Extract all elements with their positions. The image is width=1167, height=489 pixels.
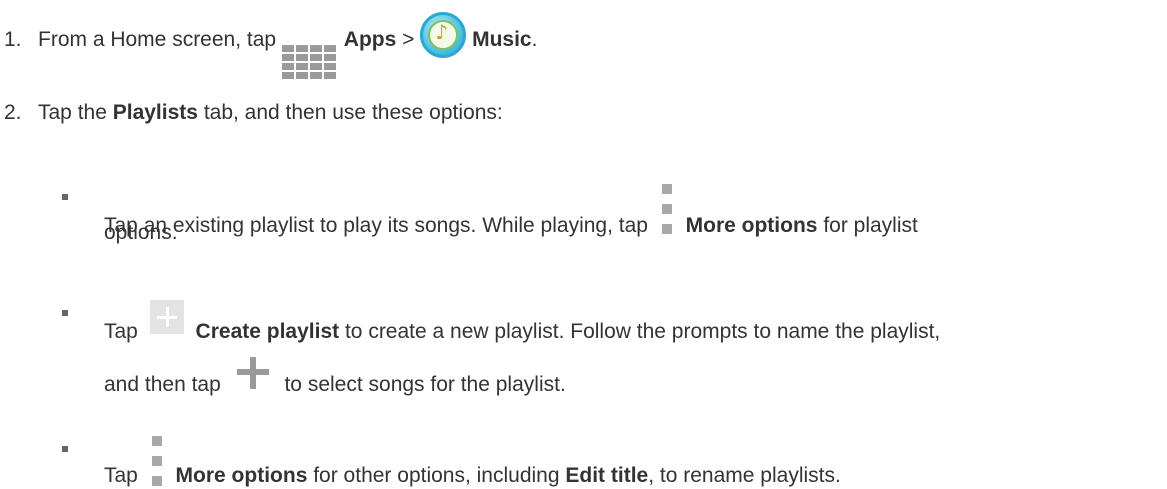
bullet-2-continuation: and then tap to select songs for the pla… [104,357,566,398]
bullet-text: Tap [104,464,138,487]
bullet-marker [62,310,68,316]
add-plus-icon [236,357,269,389]
music-label: Music [472,28,532,51]
bullet-marker [62,194,68,200]
bullet-2: Tap Create playlist to create a new play… [104,300,940,345]
apps-grid-icon [281,45,338,80]
step-number: 1. [4,28,22,51]
playlists-tab-label: Playlists [112,101,198,124]
create-playlist-icon [149,300,184,334]
separator: > [402,28,415,51]
bullet-text: for playlist [823,214,918,237]
bullet-text: to select songs for the playlist. [284,373,566,396]
music-app-icon: ♪ [420,12,467,58]
bullet-text: and then tap [104,373,221,396]
period: . [531,28,538,51]
bullet-text: for other options, including [313,464,560,487]
bullet-1-continuation: options. [104,221,178,244]
more-options-label: More options [175,464,308,487]
bullet-1: Tap an existing playlist to play its son… [104,184,918,239]
step-number: 2. [4,101,22,124]
bullet-text: Tap an existing playlist to play its son… [104,214,648,237]
edit-title-label: Edit title [565,464,649,487]
more-options-icon [151,436,162,488]
step-text: tab, and then use these options: [203,101,503,124]
bullet-text: to create a new playlist. Follow the pro… [344,320,941,343]
more-options-icon [661,184,672,236]
bullet-3: Tap More options for other options, incl… [104,436,841,489]
more-options-label: More options [685,214,818,237]
bullet-text: , to rename playlists. [648,464,841,487]
bullet-text: Tap [104,320,138,343]
step-text: From a Home screen, tap [38,28,277,51]
bullet-marker [62,446,68,452]
step-text: Tap the [38,101,107,124]
step-1: 1. From a Home screen, tap Apps > ♪ Music… [4,12,537,80]
step-2: 2. Tap the Playlists tab, and then use th… [4,100,503,126]
apps-label: Apps [343,28,397,51]
create-playlist-label: Create playlist [195,320,340,343]
